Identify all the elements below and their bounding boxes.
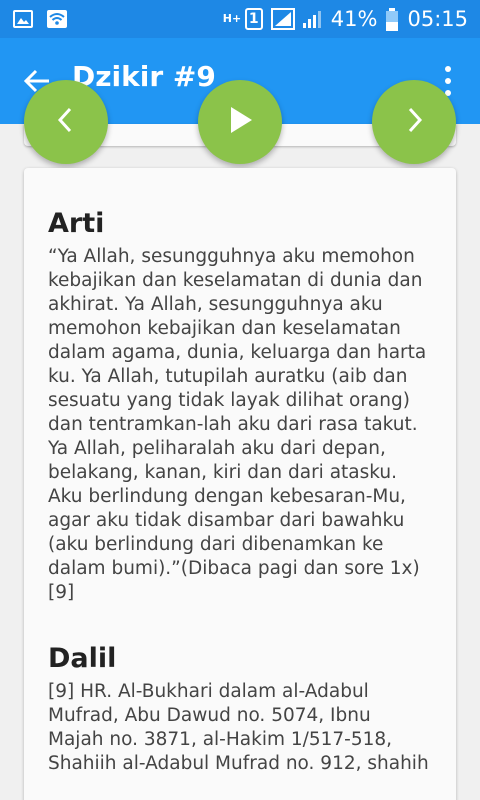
arti-text: “Ya Allah, sesungguhnya aku memohon keba… — [48, 246, 427, 603]
status-time: 05:15 — [407, 7, 468, 31]
chevron-left-icon — [51, 105, 81, 139]
next-button[interactable] — [372, 80, 456, 164]
network-type: H+ — [222, 12, 242, 25]
dalil-text: [9] HR. Al-Bukhari dalam al-Adabul Mufra… — [48, 681, 429, 774]
signal-icon — [270, 8, 295, 30]
play-icon — [225, 105, 255, 139]
battery-percent: 41% — [330, 7, 378, 31]
status-bar: H+ 1 41% 05:15 — [0, 0, 480, 38]
play-button[interactable] — [198, 80, 282, 164]
arti-heading: Arti — [48, 208, 105, 239]
page-title: Dzikir #9 — [72, 60, 216, 93]
previous-button[interactable] — [24, 80, 108, 164]
battery-icon — [385, 8, 399, 31]
signal-secondary-icon — [301, 8, 323, 30]
sim-badge: 1 — [244, 8, 263, 30]
status-left — [12, 8, 68, 30]
status-right: H+ 1 41% 05:15 — [223, 7, 468, 31]
wifi-icon — [46, 8, 68, 30]
chevron-right-icon — [399, 105, 429, 139]
section-divider — [48, 605, 432, 643]
content-card: Arti “Ya Allah, sesungguhnya aku memohon… — [24, 168, 456, 800]
image-notification-icon — [12, 8, 34, 30]
dalil-heading: Dalil — [48, 643, 117, 674]
